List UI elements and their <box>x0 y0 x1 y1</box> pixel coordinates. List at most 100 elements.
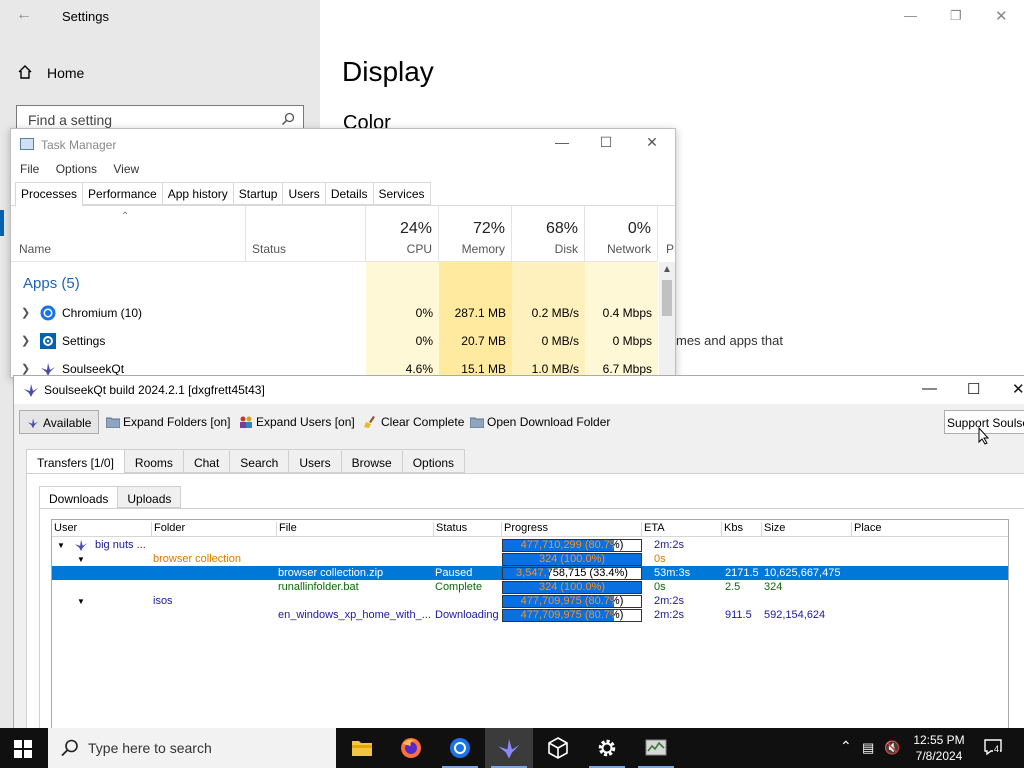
row-file: en_windows_xp_home_with_... <box>278 609 430 621</box>
chevron-right-icon[interactable]: ❯ <box>21 334 30 347</box>
folder-icon <box>470 417 484 428</box>
taskbar-soulseek[interactable] <box>485 728 533 768</box>
taskbar: Type here to search ⌃ ▤ 🔇 12:55 PM 7/8/2… <box>0 728 1024 768</box>
tab-uploads[interactable]: Uploads <box>118 486 182 508</box>
tm-disk-column-header[interactable]: 68% Disk <box>512 206 585 261</box>
col-place[interactable]: Place <box>851 522 882 537</box>
tab-performance[interactable]: Performance <box>83 182 163 205</box>
col-user[interactable]: User <box>52 522 77 537</box>
clear-complete-button[interactable]: Clear Complete <box>364 410 464 434</box>
col-file[interactable]: File <box>276 522 297 537</box>
tm-cpu-column-header[interactable]: 24% CPU <box>366 206 439 261</box>
row-folder: isos <box>153 595 173 607</box>
tm-network-column-header[interactable]: 0% Network <box>585 206 658 261</box>
settings-restore-button[interactable]: ❐ <box>950 8 962 24</box>
expand-folders-button[interactable]: Expand Folders [on] <box>106 410 230 434</box>
col-status[interactable]: Status <box>433 522 467 537</box>
chromium-icon <box>450 738 470 758</box>
taskbar-clock[interactable]: 12:55 PM 7/8/2024 <box>900 732 978 764</box>
windows-start-icon[interactable] <box>14 740 32 758</box>
settings-minimize-button[interactable]: — <box>904 8 917 23</box>
search-icon <box>281 112 295 126</box>
taskbar-file-explorer[interactable] <box>338 728 386 768</box>
tm-maximize-button[interactable]: ☐ <box>591 134 621 151</box>
expand-triangle-icon[interactable]: ▼ <box>77 597 85 606</box>
table-row[interactable]: runallinfolder.bat Complete 324 (100.0%)… <box>52 580 1008 594</box>
tab-transfers[interactable]: Transfers [1/0] <box>26 449 125 475</box>
tm-power-column-header[interactable]: P <box>658 206 676 261</box>
col-progress[interactable]: Progress <box>501 522 548 537</box>
tab-users[interactable]: Users <box>283 182 326 205</box>
sq-close-button[interactable]: ✕ <box>1012 380 1024 398</box>
expand-triangle-icon[interactable]: ▼ <box>77 555 85 564</box>
tab-downloads[interactable]: Downloads <box>39 486 119 510</box>
col-size[interactable]: Size <box>761 522 785 537</box>
tm-memory-percent: 72% <box>472 220 505 237</box>
tab-options[interactable]: Options <box>402 449 466 473</box>
tm-minimize-button[interactable]: — <box>547 134 577 150</box>
tab-users[interactable]: Users <box>289 449 342 473</box>
settings-home-link[interactable]: Home <box>47 65 84 81</box>
col-eta[interactable]: ETA <box>641 522 665 537</box>
chevron-right-icon[interactable]: ❯ <box>21 306 30 319</box>
task-manager-titlebar[interactable]: Task Manager — ☐ ✕ <box>11 129 675 159</box>
volume-muted-icon[interactable]: 🔇 <box>884 740 900 756</box>
tm-menu-file[interactable]: File <box>20 162 39 176</box>
tm-network-label: Network <box>606 242 651 256</box>
task-manager-window: Task Manager — ☐ ✕ File Options View Pro… <box>10 128 676 379</box>
soulseek-titlebar[interactable]: SoulseekQt build 2024.2.1 [dxgfrett45t43… <box>14 376 1024 404</box>
scroll-up-icon[interactable]: ▲ <box>662 264 672 275</box>
taskbar-virtualbox[interactable] <box>534 728 582 768</box>
table-row[interactable]: ▼ browser collection 324 (100.0%) 0s <box>52 552 1008 566</box>
notification-center-icon[interactable]: 4 <box>984 739 1002 756</box>
col-folder[interactable]: Folder <box>151 522 185 537</box>
tab-rooms[interactable]: Rooms <box>124 449 184 473</box>
tm-memory-column-header[interactable]: 72% Memory <box>439 206 512 261</box>
tm-process-row[interactable]: ❯ Settings 0% 20.7 MB 0 MB/s 0 Mbps <box>11 327 657 355</box>
expand-users-button[interactable]: Expand Users [on] <box>239 410 355 434</box>
open-download-folder-button[interactable]: Open Download Folder <box>470 410 610 434</box>
table-row[interactable]: en_windows_xp_home_with_... Downloading … <box>52 608 1008 622</box>
notification-count: 4 <box>993 744 1001 754</box>
sq-minimize-button[interactable]: — <box>922 380 937 397</box>
nav-selection-indicator <box>0 210 4 236</box>
table-row[interactable]: ▼ big nuts ... 477,710,299 (80.7%) 2m:2s <box>52 538 1008 552</box>
col-kbs[interactable]: Kbs <box>721 522 743 537</box>
cube-icon <box>548 737 568 759</box>
tm-name-header-label: Name <box>19 242 52 256</box>
tm-power-label: P <box>666 242 675 256</box>
tm-process-row[interactable]: ❯ Chromium (10) 0% 287.1 MB 0.2 MB/s 0.4… <box>11 299 657 327</box>
tab-browse[interactable]: Browse <box>341 449 403 473</box>
back-arrow-icon[interactable]: ← <box>16 6 32 24</box>
tab-app-history[interactable]: App history <box>162 182 234 205</box>
progress-text: 477,709,975 (80.7%) <box>520 595 624 607</box>
network-icon[interactable]: ▤ <box>862 740 874 756</box>
settings-close-button[interactable]: ✕ <box>995 7 1008 25</box>
downloads-table[interactable]: User Folder File Status Progress ETA Kbs… <box>51 519 1009 731</box>
tab-startup[interactable]: Startup <box>233 182 284 205</box>
taskbar-task-manager[interactable] <box>632 728 680 768</box>
taskbar-settings[interactable] <box>583 728 631 768</box>
taskbar-firefox[interactable] <box>387 728 435 768</box>
tm-scroll-thumb[interactable] <box>662 280 672 316</box>
sq-maximize-button[interactable]: ☐ <box>967 380 980 398</box>
table-row[interactable]: browser collection.zip Paused 3,547,758,… <box>52 566 1008 580</box>
table-row[interactable]: ▼ isos 477,709,975 (80.7%) 2m:2s <box>52 594 1008 608</box>
tm-menu-options[interactable]: Options <box>56 162 97 176</box>
tab-services[interactable]: Services <box>373 182 431 205</box>
clock-date: 7/8/2024 <box>915 749 963 763</box>
tab-processes[interactable]: Processes <box>15 182 84 207</box>
taskbar-search-box[interactable]: Type here to search <box>48 728 336 768</box>
chevron-right-icon[interactable]: ❯ <box>21 362 30 375</box>
tab-chat[interactable]: Chat <box>183 449 231 473</box>
tm-close-button[interactable]: ✕ <box>637 134 667 151</box>
available-button[interactable]: Available <box>19 410 99 434</box>
tm-menu-view[interactable]: View <box>113 162 139 176</box>
tm-vertical-scrollbar[interactable]: ▲ <box>659 262 675 379</box>
tab-details[interactable]: Details <box>325 182 374 205</box>
tab-search[interactable]: Search <box>230 449 290 473</box>
expand-triangle-icon[interactable]: ▼ <box>57 541 65 550</box>
tm-process-row[interactable]: ❯ SoulseekQt 4.6% 15.1 MB 1.0 MB/s 6.7 M… <box>11 355 657 375</box>
tray-overflow-chevron-icon[interactable]: ⌃ <box>840 738 852 755</box>
taskbar-chromium[interactable] <box>436 728 484 768</box>
